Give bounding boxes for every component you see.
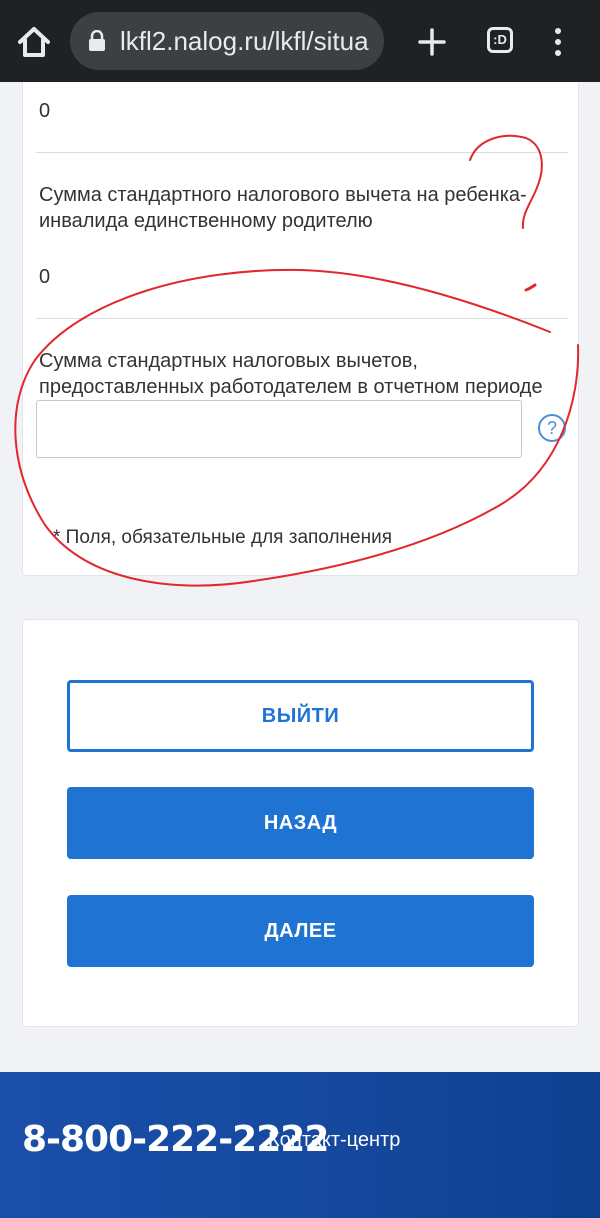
back-button[interactable]: НАЗАД	[67, 787, 534, 859]
field-value: 0	[39, 100, 51, 122]
field-label-employer-deductions: Сумма стандартных налоговых вычетов, пре…	[39, 350, 543, 398]
field-label-child-disabled: Сумма стандартного налогового вычета на …	[39, 184, 527, 232]
divider	[36, 152, 568, 153]
browser-toolbar: lkfl2.nalog.ru/lkfl/situa :D	[0, 0, 600, 82]
address-bar[interactable]: lkfl2.nalog.ru/lkfl/situa	[70, 12, 384, 70]
lock-icon	[88, 29, 106, 52]
more-menu-icon[interactable]	[549, 26, 567, 58]
employer-deductions-input[interactable]	[36, 400, 522, 458]
divider	[36, 318, 568, 319]
footer: 8-800-222-2222 Контакт-центр	[0, 1072, 600, 1218]
home-icon[interactable]	[14, 22, 54, 62]
tab-switcher-button[interactable]: :D	[487, 27, 513, 53]
required-fields-note: * Поля, обязательные для заполнения	[53, 527, 392, 548]
field-value-child-disabled: 0	[39, 266, 51, 288]
url-text: lkfl2.nalog.ru/lkfl/situa	[120, 26, 369, 56]
new-tab-icon[interactable]	[414, 24, 450, 60]
contact-center-label: Контакт-центр	[268, 1129, 401, 1151]
help-icon[interactable]: ?	[538, 414, 566, 442]
next-button[interactable]: ДАЛЕЕ	[67, 895, 534, 967]
actions-card: ВЫЙТИ НАЗАД ДАЛЕЕ	[22, 619, 579, 1027]
exit-button[interactable]: ВЫЙТИ	[67, 680, 534, 752]
deduction-form-card: 0 Сумма стандартного налогового вычета н…	[22, 82, 579, 576]
